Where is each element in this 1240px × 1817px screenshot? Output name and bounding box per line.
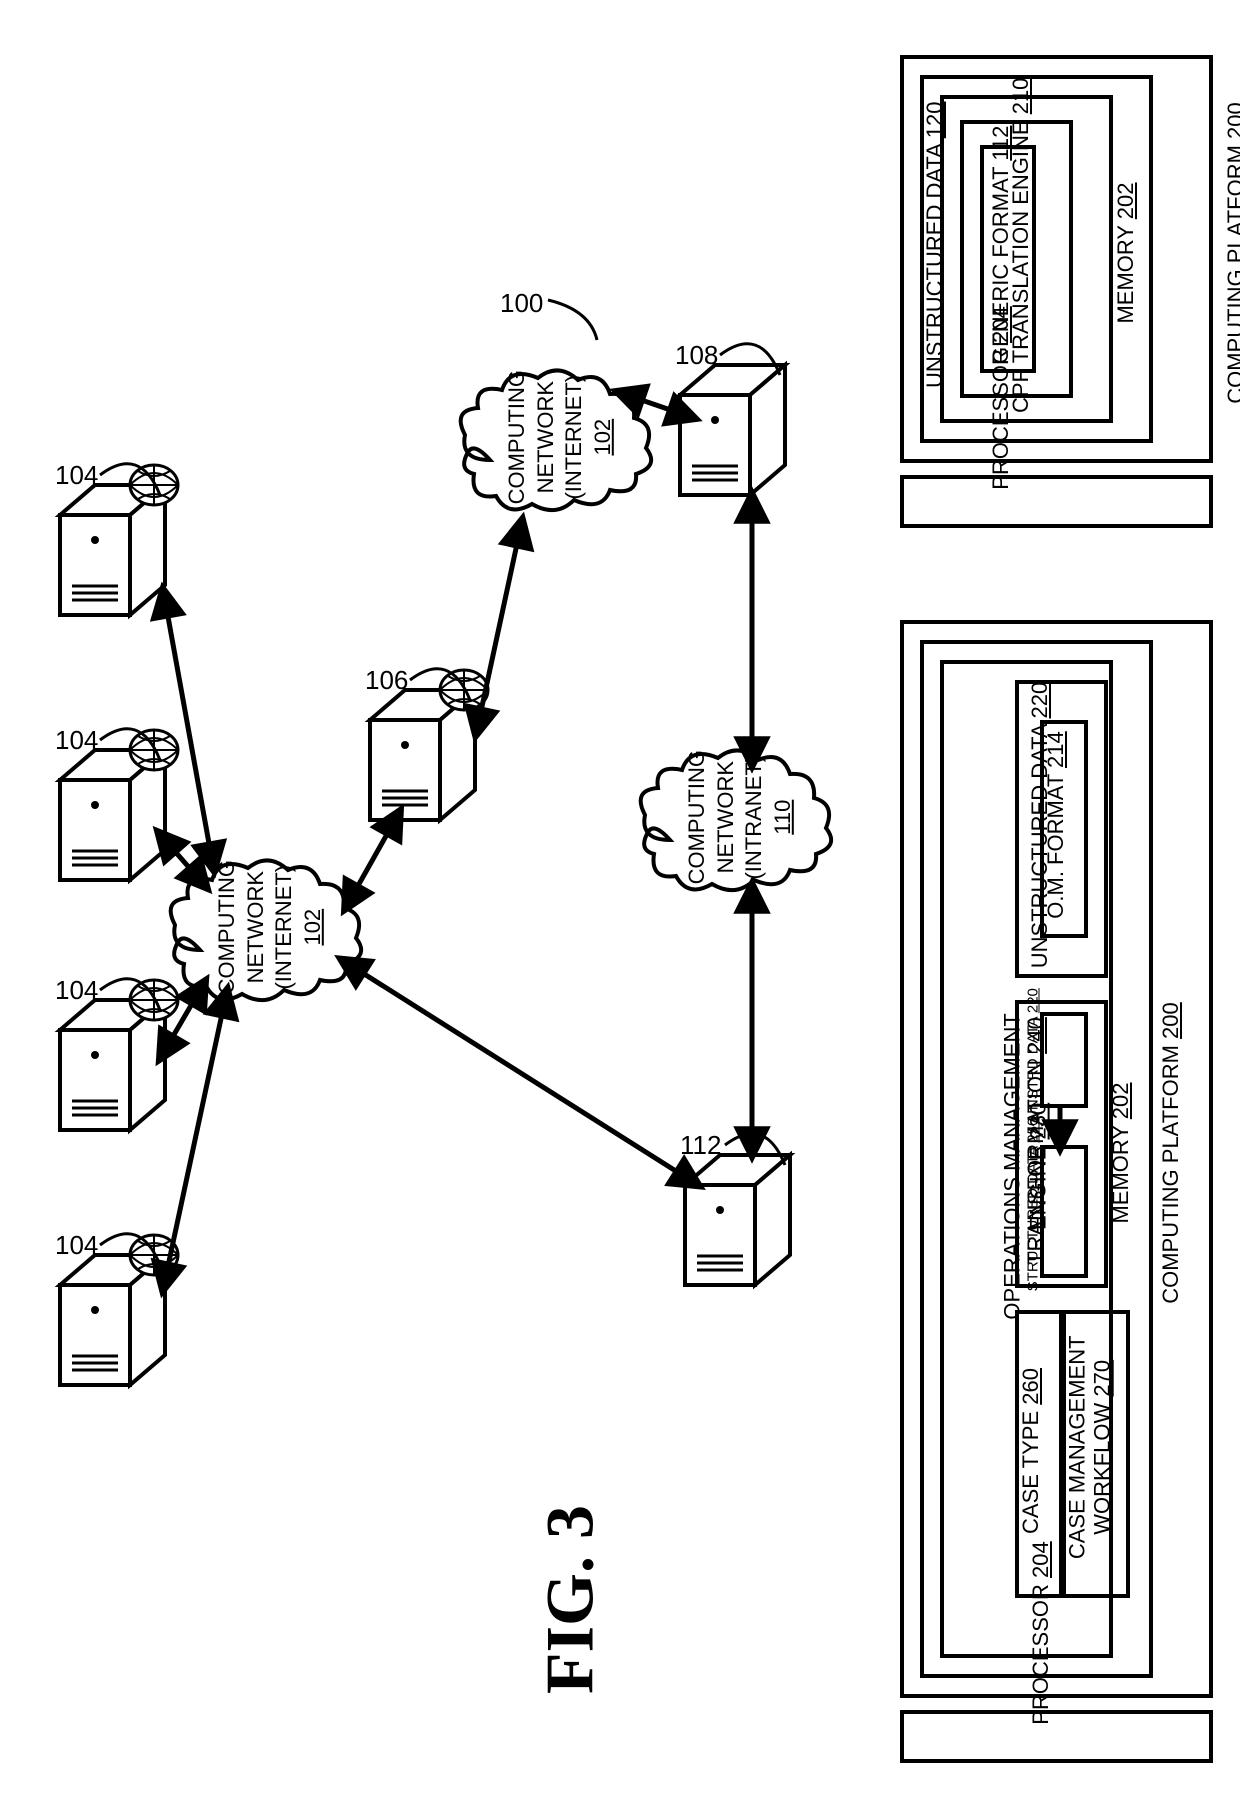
platform1-memory: MEMORY 202 (1113, 73, 1139, 433)
ref-112: 112 (680, 1130, 721, 1161)
platform2-unstrd-box (1040, 1012, 1088, 1108)
ref-106: 106 (365, 665, 408, 696)
platform2-processor-box (900, 1710, 1213, 1763)
ref-104b: 104 (55, 725, 98, 756)
platform1-data: UNSTRUCTURED DATA 120 (922, 118, 948, 388)
platform1-processor: PROCESSOR 204 (988, 288, 1014, 508)
system-ref: 100 (500, 288, 543, 319)
server-108-icon (680, 365, 785, 495)
ref-104a: 104 (55, 460, 98, 491)
figure-label: FIG. 3 (531, 1450, 610, 1750)
ref-104c: 104 (55, 975, 98, 1006)
ref-108: 108 (675, 340, 718, 371)
server-112-icon (685, 1155, 790, 1285)
platform2-title: COMPUTING PLATFORM 200 (1158, 953, 1184, 1353)
cloud-intranet-text: COMPUTING NETWORK (INTRANET) 110 (683, 742, 797, 892)
platform2-om: O.M. FORMAT 214 (1043, 720, 1069, 930)
platform2-processor: PROCESSOR 204 (1028, 1523, 1054, 1743)
platform2-struct: STRUCTURED DATA 250 (1025, 1065, 1042, 1345)
platform2-workflow: CASE MANAGEMENTWORKFLOW 270 (1065, 1307, 1116, 1587)
cloud-internet2-text: COMPUTING NETWORK (INTERNET) 102 (503, 362, 617, 512)
ref-104d: 104 (55, 1230, 98, 1261)
diagram-canvas: FIG. 3 100 104 104 104 104 106 108 112 C… (0, 0, 1240, 1817)
platform2-struct-box (1040, 1145, 1088, 1278)
cloud-internet1-text: COMPUTING NETWORK (INTERNET) 102 (213, 852, 327, 1002)
platform1-title: COMPUTING PLATFORM 200 (1223, 53, 1240, 453)
platform1-processor-box (900, 475, 1213, 528)
